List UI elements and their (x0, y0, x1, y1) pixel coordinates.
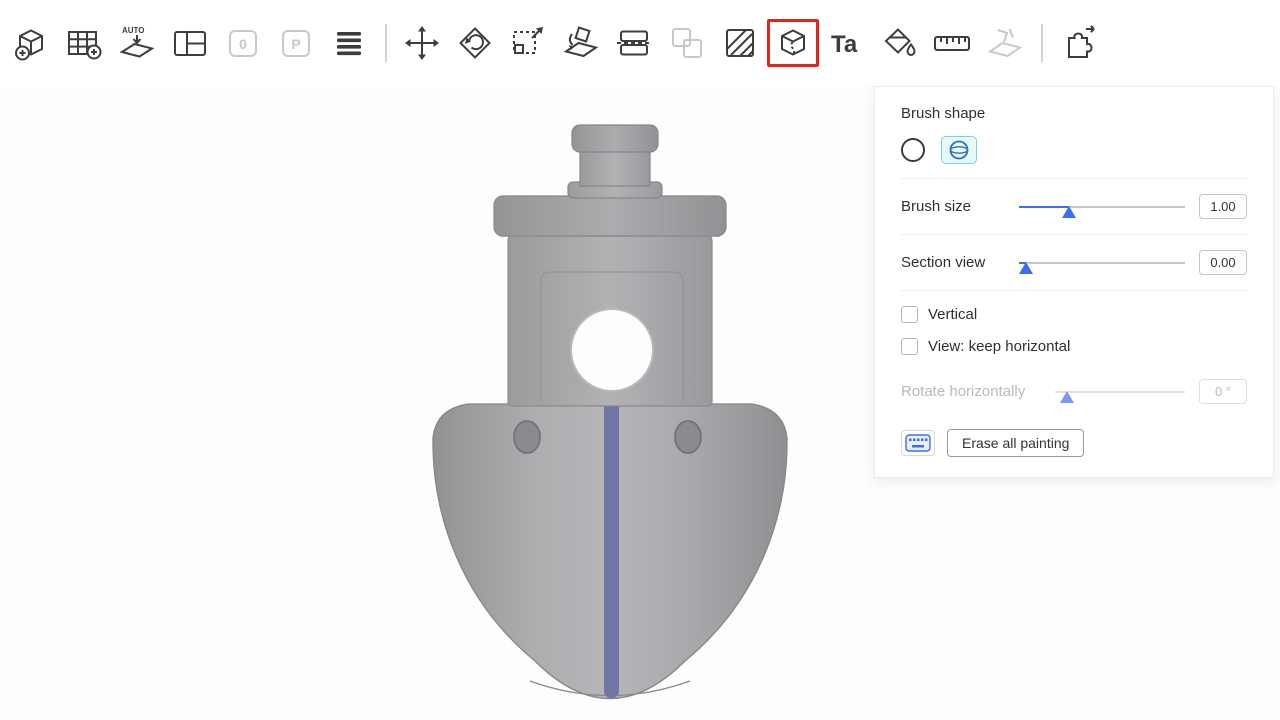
rotate-horizontally-row: Rotate horizontally 0 ° (901, 370, 1247, 413)
brush-shape-sphere-option[interactable] (941, 136, 977, 164)
cabin-window (571, 309, 653, 391)
p-tool-icon: P (273, 19, 319, 67)
keyboard-shortcuts-button[interactable] (901, 430, 935, 456)
viewport-3d[interactable]: Brush shape Brush size 1.00 Section view (0, 86, 1280, 720)
brush-size-label: Brush size (901, 198, 1005, 215)
seam-painting-panel: Brush shape Brush size 1.00 Section view (874, 86, 1274, 478)
svg-text:AUTO: AUTO (122, 26, 145, 35)
slider-thumb[interactable] (1062, 206, 1076, 218)
measure-icon[interactable] (929, 19, 975, 67)
merge-icon (664, 19, 710, 67)
slider-thumb[interactable] (1019, 262, 1033, 274)
layout-icon[interactable] (167, 19, 213, 67)
variable-layer-height-icon[interactable] (717, 19, 763, 67)
brush-size-slider[interactable] (1019, 197, 1185, 217)
divider (901, 290, 1247, 291)
brush-size-row: Brush size 1.00 (901, 185, 1247, 228)
seam-painting-icon[interactable] (767, 19, 819, 67)
layers-icon[interactable] (326, 19, 372, 67)
section-view-slider[interactable] (1019, 253, 1185, 273)
cut-icon[interactable] (611, 19, 657, 67)
brush-size-value[interactable]: 1.00 (1199, 194, 1247, 219)
keep-horizontal-checkbox-label: View: keep horizontal (928, 338, 1070, 355)
sphere-icon (948, 139, 970, 161)
color-painting-icon[interactable] (876, 19, 922, 67)
add-model-icon[interactable] (8, 19, 54, 67)
keep-horizontal-checkbox[interactable] (901, 338, 918, 355)
brush-shape-circle-option[interactable] (901, 138, 925, 162)
toolbar-separator (1041, 24, 1043, 62)
toolbar-separator (385, 24, 387, 62)
text-tool-icon[interactable]: Ta (823, 19, 869, 67)
panel-actions: Erase all painting (901, 429, 1247, 457)
rotate-horizontally-value: 0 ° (1199, 379, 1247, 404)
section-view-value[interactable]: 0.00 (1199, 250, 1247, 275)
rotate-horizontally-label: Rotate horizontally (901, 383, 1041, 400)
vertical-checkbox-row[interactable]: Vertical (901, 306, 1247, 323)
divider (901, 178, 1247, 179)
add-plate-icon[interactable] (61, 19, 107, 67)
lay-flat-icon[interactable] (558, 19, 604, 67)
svg-text:Ta: Ta (831, 31, 858, 58)
slider-thumb (1060, 391, 1074, 403)
chimney-stem[interactable] (580, 148, 650, 186)
section-view-label: Section view (901, 254, 1005, 271)
brush-shape-label: Brush shape (901, 105, 1247, 122)
slider-track[interactable] (1019, 262, 1185, 264)
erase-all-painting-button[interactable]: Erase all painting (947, 429, 1084, 457)
brush-shape-options (901, 136, 1247, 164)
svg-text:P: P (291, 36, 300, 52)
rotate-icon[interactable] (452, 19, 498, 67)
plugin-icon[interactable] (1055, 19, 1101, 67)
support-painting-icon (982, 19, 1028, 67)
move-icon[interactable] (399, 19, 445, 67)
seam-stripe[interactable] (604, 391, 619, 698)
svg-text:0: 0 (239, 36, 247, 52)
divider (901, 234, 1247, 235)
section-view-row: Section view 0.00 (901, 241, 1247, 284)
porthole-right[interactable] (675, 421, 701, 453)
zero-tool-icon: 0 (220, 19, 266, 67)
vertical-checkbox-label: Vertical (928, 306, 977, 323)
chimney-cap (572, 125, 658, 152)
porthole-left[interactable] (514, 421, 540, 453)
slider-track (1055, 391, 1185, 393)
auto-arrange-icon[interactable]: AUTO (114, 19, 160, 67)
rotate-horizontally-slider (1055, 382, 1185, 402)
scale-icon[interactable] (505, 19, 551, 67)
boat-roof[interactable] (494, 196, 726, 236)
keyboard-icon (905, 434, 931, 452)
vertical-checkbox[interactable] (901, 306, 918, 323)
toolbar: AUTO 0 P (0, 0, 1280, 86)
keep-horizontal-checkbox-row[interactable]: View: keep horizontal (901, 338, 1247, 355)
